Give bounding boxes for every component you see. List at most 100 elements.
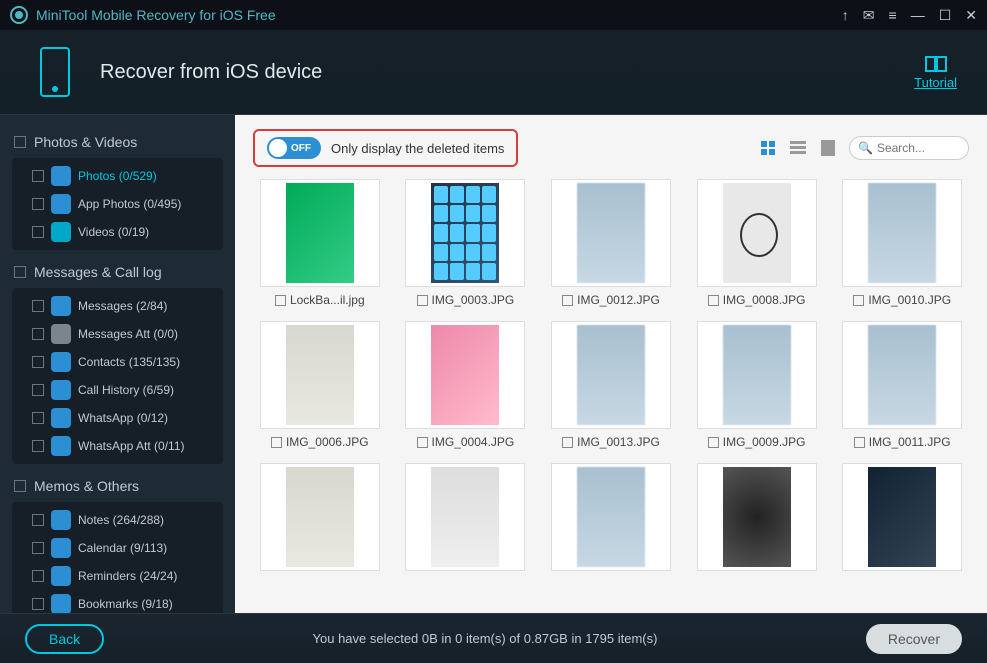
menu-icon[interactable]: ≡ [889,7,897,23]
checkbox[interactable] [32,226,44,238]
category-title: Messages & Call log [34,264,162,280]
sidebar-item[interactable]: Bookmarks (9/18) [12,590,223,613]
minimize-icon[interactable]: — [911,7,925,23]
thumbnail-item[interactable]: IMG_0008.JPG [690,179,824,307]
tutorial-link[interactable]: Tutorial [914,55,957,90]
thumbnail-item[interactable]: IMG_0010.JPG [835,179,969,307]
thumbnail-item[interactable]: IMG_0004.JPG [399,321,533,449]
checkbox[interactable] [32,514,44,526]
sidebar-item[interactable]: WhatsApp (0/12) [12,404,223,432]
sidebar-item[interactable]: Reminders (24/24) [12,562,223,590]
upload-icon[interactable]: ↑ [842,7,849,23]
checkbox[interactable] [14,136,26,148]
thumbnail-image [405,463,525,571]
checkbox[interactable] [32,300,44,312]
deleted-items-toggle[interactable]: OFF [267,137,321,159]
checkbox[interactable] [32,412,44,424]
sidebar-item[interactable]: Videos (0/19) [12,218,223,246]
sidebar-item[interactable]: Messages (2/84) [12,292,223,320]
search-input[interactable] [877,141,957,155]
thumbnail-caption: IMG_0010.JPG [853,293,951,307]
sidebar-item[interactable]: Photos (0/529) [12,162,223,190]
checkbox[interactable] [417,437,428,448]
checkbox[interactable] [32,198,44,210]
sidebar-item[interactable]: Messages Att (0/0) [12,320,223,348]
attachment-icon [51,324,71,344]
checkbox[interactable] [708,295,719,306]
thumbnail-item[interactable] [399,463,533,571]
thumbnail-item[interactable]: IMG_0012.JPG [544,179,678,307]
sidebar-item[interactable]: Call History (6/59) [12,376,223,404]
app-logo-icon [10,6,28,24]
sidebar-item[interactable]: Contacts (135/135) [12,348,223,376]
checkbox[interactable] [14,480,26,492]
search-box[interactable]: 🔍 [849,136,969,160]
thumbnail-item[interactable] [544,463,678,571]
checkbox[interactable] [32,570,44,582]
message-icon [51,296,71,316]
list-view-icon[interactable] [789,139,807,157]
maximize-icon[interactable]: ☐ [939,7,952,24]
titlebar: MiniTool Mobile Recovery for iOS Free ↑ … [0,0,987,30]
checkbox[interactable] [853,295,864,306]
thumbnail-caption: IMG_0011.JPG [854,435,951,449]
checkbox[interactable] [32,356,44,368]
thumbnail-item[interactable]: IMG_0011.JPG [835,321,969,449]
view-controls: 🔍 [759,136,969,160]
titlebar-controls: ↑ ✉ ≡ — ☐ ✕ [842,7,977,24]
checkbox[interactable] [562,437,573,448]
main-panel: OFF Only display the deleted items 🔍 Loc… [235,115,987,613]
sidebar-item[interactable]: App Photos (0/495) [12,190,223,218]
tutorial-label: Tutorial [914,75,957,90]
category-header[interactable]: Memos & Others [12,474,223,498]
checkbox[interactable] [32,384,44,396]
sidebar-item-label: Contacts (135/135) [78,355,180,369]
checkbox[interactable] [562,295,573,306]
thumbnail-item[interactable] [253,463,387,571]
whatsapp-att-icon [51,436,71,456]
checkbox[interactable] [271,437,282,448]
thumbnail-caption: LockBa...il.jpg [275,293,365,307]
close-icon[interactable]: ✕ [965,7,977,24]
thumbnail-item[interactable] [690,463,824,571]
checkbox[interactable] [275,295,286,306]
checkbox[interactable] [854,437,865,448]
recover-button[interactable]: Recover [866,624,962,654]
sidebar-item[interactable]: WhatsApp Att (0/11) [12,432,223,460]
checkbox[interactable] [32,440,44,452]
category-header[interactable]: Photos & Videos [12,130,223,154]
thumbnail-grid-scroll[interactable]: LockBa...il.jpgIMG_0003.JPGIMG_0012.JPGI… [235,175,987,613]
sidebar-item-label: Videos (0/19) [78,225,149,239]
checkbox[interactable] [32,542,44,554]
thumbnail-image [260,463,380,571]
thumbnail-item[interactable]: IMG_0003.JPG [399,179,533,307]
search-icon: 🔍 [858,141,873,155]
thumbnail-image [551,179,671,287]
thumbnail-item[interactable] [835,463,969,571]
back-button[interactable]: Back [25,624,104,654]
thumbnail-caption: IMG_0006.JPG [271,435,369,449]
checkbox[interactable] [32,598,44,610]
thumbnail-item[interactable]: IMG_0006.JPG [253,321,387,449]
checkbox[interactable] [708,437,719,448]
thumbnail-item[interactable]: IMG_0009.JPG [690,321,824,449]
toggle-knob [269,139,287,157]
thumbnail-item[interactable]: LockBa...il.jpg [253,179,387,307]
grid-view-icon[interactable] [759,139,777,157]
category-header[interactable]: Messages & Call log [12,260,223,284]
mail-icon[interactable]: ✉ [863,7,875,24]
sidebar-item[interactable]: Calendar (9/113) [12,534,223,562]
checkbox[interactable] [32,170,44,182]
detail-view-icon[interactable] [819,139,837,157]
toggle-label: Only display the deleted items [331,141,504,156]
checkbox[interactable] [14,266,26,278]
thumbnail-image [697,321,817,429]
footer: Back You have selected 0B in 0 item(s) o… [0,613,987,663]
checkbox[interactable] [32,328,44,340]
thumbnail-filename: IMG_0003.JPG [432,293,515,307]
toolbar: OFF Only display the deleted items 🔍 [253,129,969,167]
thumbnail-item[interactable]: IMG_0013.JPG [544,321,678,449]
checkbox[interactable] [417,295,428,306]
thumbnail-filename: IMG_0008.JPG [723,293,806,307]
sidebar-item[interactable]: Notes (264/288) [12,506,223,534]
